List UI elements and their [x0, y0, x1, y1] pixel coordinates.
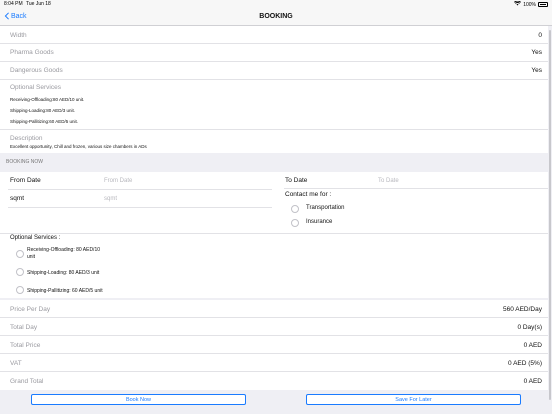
to-date-label: To Date [285, 177, 308, 184]
width-row: Width 0 [0, 26, 548, 44]
description-label: Description [10, 135, 43, 142]
optional-service-item: Shipping-Pallitizing:60 AED/5 unit. [10, 119, 79, 124]
receiving-offloading-radio[interactable] [16, 250, 24, 258]
shipping-pallitizing-radio[interactable] [16, 286, 24, 294]
booking-now-title: BOOKING NOW [6, 159, 43, 165]
divider [284, 188, 548, 189]
booking-form: From Date From Date sqmt sqmt To Date To… [0, 172, 548, 298]
pharma-label: Pharma Goods [10, 49, 54, 56]
description-row: Description Excellent opportunity, Chill… [0, 130, 548, 153]
price-per-day-row: Price Per Day 560 AED/Day [0, 300, 548, 318]
insurance-radio[interactable] [291, 219, 299, 227]
grand-total-label: Grand Total [10, 378, 44, 385]
dangerous-row: Dangerous Goods Yes [0, 62, 548, 80]
shipping-pallitizing-label: Shipping-Pallitizing: 60 AED/5 unit [27, 288, 103, 294]
page-title: BOOKING [259, 13, 293, 20]
contact-label: Contact me for : [285, 191, 332, 198]
shipping-loading-radio[interactable] [16, 268, 24, 276]
scrollbar[interactable] [549, 30, 551, 400]
status-date: Tue Jun 18 [26, 1, 51, 7]
dangerous-label: Dangerous Goods [10, 67, 63, 74]
width-label: Width [10, 32, 27, 39]
to-date-input[interactable]: To Date [378, 178, 399, 184]
vat-label: VAT [10, 360, 22, 367]
divider [8, 189, 272, 190]
grand-total-row: Grand Total 0 AED [0, 372, 548, 390]
optional-services-title: Optional Services : [10, 235, 61, 241]
pharma-value: Yes [531, 49, 542, 56]
width-value: 0 [538, 32, 542, 39]
total-day-label: Total Day [10, 324, 38, 331]
price-per-day-value: 560 AED/Day [502, 306, 542, 313]
price-per-day-label: Price Per Day [10, 306, 51, 313]
receiving-offloading-label-cont: unit [27, 254, 36, 260]
booking-now-header: BOOKING NOW [0, 154, 548, 168]
total-price-value: 0 AED [523, 342, 542, 349]
status-right: 100% [514, 0, 548, 8]
insurance-label: Insurance [306, 219, 333, 225]
receiving-offloading-label: Receiving-Offloading: 80 AED/10 [27, 247, 101, 253]
total-price-label: Total Price [10, 342, 41, 349]
divider [8, 207, 272, 208]
from-date-input[interactable]: From Date [104, 178, 132, 184]
vat-value: 0 AED (5%) [508, 360, 542, 367]
status-bar: 8:04 PM Tue Jun 18 100% [0, 0, 552, 8]
sqmt-label: sqmt [10, 195, 25, 202]
wifi-icon [514, 0, 522, 8]
total-day-value: 0 Day(s) [517, 324, 542, 331]
optional-services-row: Optional Services Receiving-Offloading:8… [0, 80, 548, 130]
book-now-button[interactable]: Book Now [31, 394, 246, 405]
total-day-row: Total Day 0 Day(s) [0, 318, 548, 336]
transportation-label: Transportation [306, 205, 345, 211]
vat-row: VAT 0 AED (5%) [0, 354, 548, 372]
battery-icon [538, 2, 548, 7]
dangerous-value: Yes [531, 67, 542, 74]
total-price-row: Total Price 0 AED [0, 336, 548, 354]
optional-service-item: Receiving-Offloading:80 AED/10 unit. [10, 97, 85, 102]
battery-percent: 100% [523, 1, 536, 8]
totals-section: Price Per Day 560 AED/Day Total Day 0 Da… [0, 300, 548, 390]
grand-total-value: 0 AED [523, 378, 542, 385]
from-date-label: From Date [10, 177, 41, 184]
pharma-row: Pharma Goods Yes [0, 44, 548, 62]
shipping-loading-label: Shipping-Loading: 80 AED/3 unit [27, 270, 100, 276]
save-for-later-button[interactable]: Save For Later [306, 394, 521, 405]
transportation-radio[interactable] [291, 205, 299, 213]
details-section: Width 0 Pharma Goods Yes Dangerous Goods… [0, 26, 548, 153]
optional-services-label: Optional Services [10, 84, 61, 91]
navigation-bar: Back BOOKING [0, 8, 552, 26]
divider [0, 233, 548, 234]
sqmt-input[interactable]: sqmt [104, 196, 117, 202]
description-text: Excellent opportunity, Chill and frozen,… [10, 144, 147, 149]
status-time: 8:04 PM [4, 1, 23, 7]
optional-service-item: Shipping-Loading:80 AED/3 unit. [10, 108, 76, 113]
